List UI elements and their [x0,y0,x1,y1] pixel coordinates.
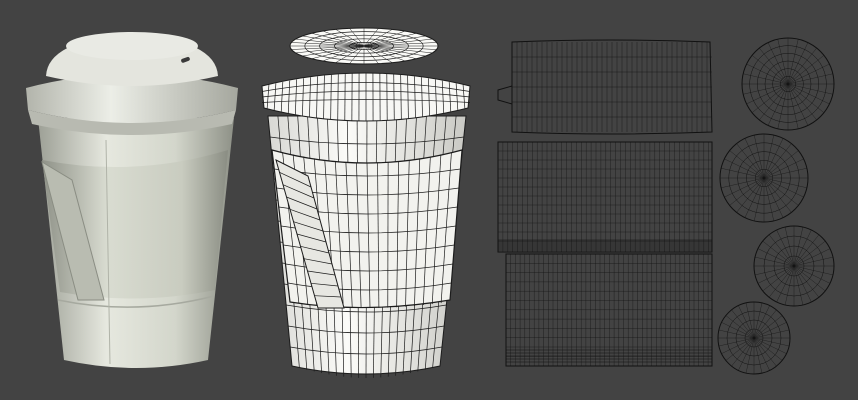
viewport [0,0,858,400]
uv-layout [497,37,835,375]
wireframe-cup [261,27,471,379]
mesh-edge [787,42,809,85]
uv-disc [753,225,835,307]
mesh-edge [787,83,830,105]
uv-lid-strip [497,39,713,135]
mesh-edge [767,42,789,85]
mesh-edge [746,63,789,85]
wire-top-lines [290,28,438,64]
mesh-edge [746,83,789,105]
mesh-edge [787,63,830,85]
scene-canvas [26,27,835,379]
uv-disc [741,37,835,131]
uv-disc [717,301,791,375]
uv-body-upper [497,141,713,253]
uv-disc [719,133,809,223]
mesh-edge [767,83,789,126]
lid-top [66,32,198,60]
mesh-edge [787,83,809,126]
uv-discs [717,37,835,375]
uv-body-lower [505,253,713,367]
rendered-cup [26,32,238,368]
